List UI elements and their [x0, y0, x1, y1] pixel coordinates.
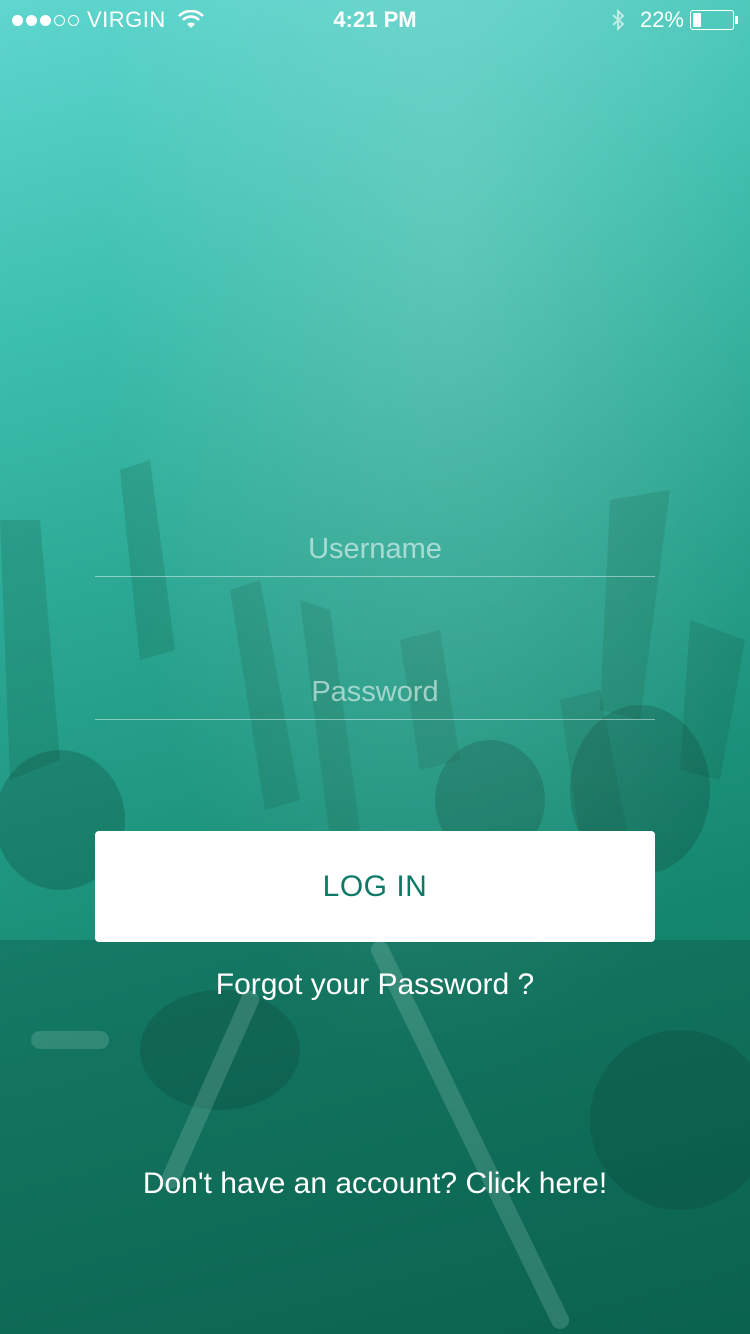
password-field [95, 660, 655, 720]
bluetooth-icon [612, 9, 625, 31]
battery-fill [693, 13, 701, 27]
status-bar: VIRGIN 4:21 PM 22% [0, 0, 750, 40]
status-right: 22% [610, 7, 738, 33]
battery-tip [735, 16, 738, 24]
username-input[interactable] [95, 517, 655, 576]
battery-percent: 22% [639, 7, 684, 32]
login-button[interactable]: LOG IN [95, 831, 655, 942]
signup-link[interactable]: Don't have an account? Click here! [0, 1167, 750, 1201]
battery-icon [690, 10, 734, 30]
username-field [95, 517, 655, 577]
forgot-password-link[interactable]: Forgot your Password ? [0, 968, 750, 1002]
password-input[interactable] [95, 660, 655, 719]
